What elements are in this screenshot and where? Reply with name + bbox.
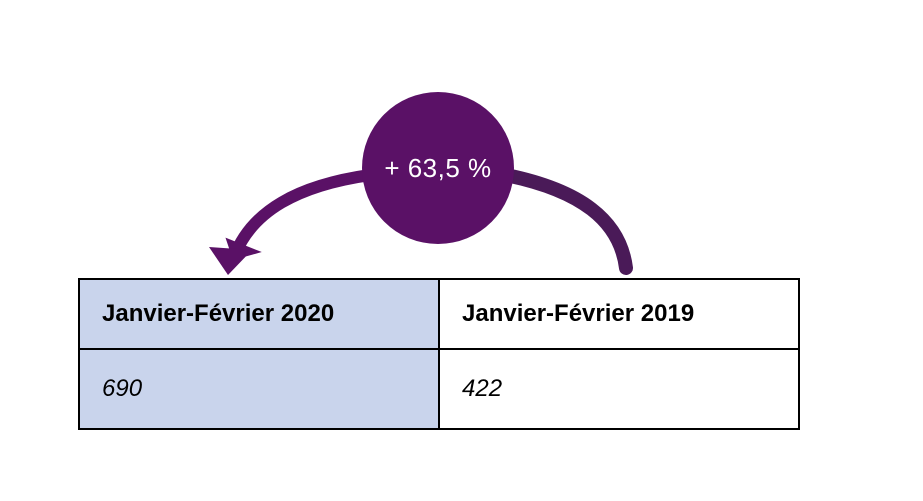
header-2020: Janvier-Février 2020 (79, 279, 439, 349)
table-row: Janvier-Février 2020 Janvier-Février 201… (79, 279, 799, 349)
arrow-right (506, 175, 626, 268)
value-2020: 690 (79, 349, 439, 429)
comparison-table: Janvier-Février 2020 Janvier-Février 201… (78, 278, 800, 430)
value-2019: 422 (439, 349, 799, 429)
arrow-left (217, 175, 370, 271)
percent-badge-text: + 63,5 % (384, 153, 491, 184)
diagram-stage: + 63,5 % Janvier-Février 2020 Janvier-Fé… (0, 0, 923, 501)
table-row: 690 422 (79, 349, 799, 429)
arrow-left-head (209, 247, 252, 275)
header-2019: Janvier-Février 2019 (439, 279, 799, 349)
percent-badge: + 63,5 % (362, 92, 514, 244)
